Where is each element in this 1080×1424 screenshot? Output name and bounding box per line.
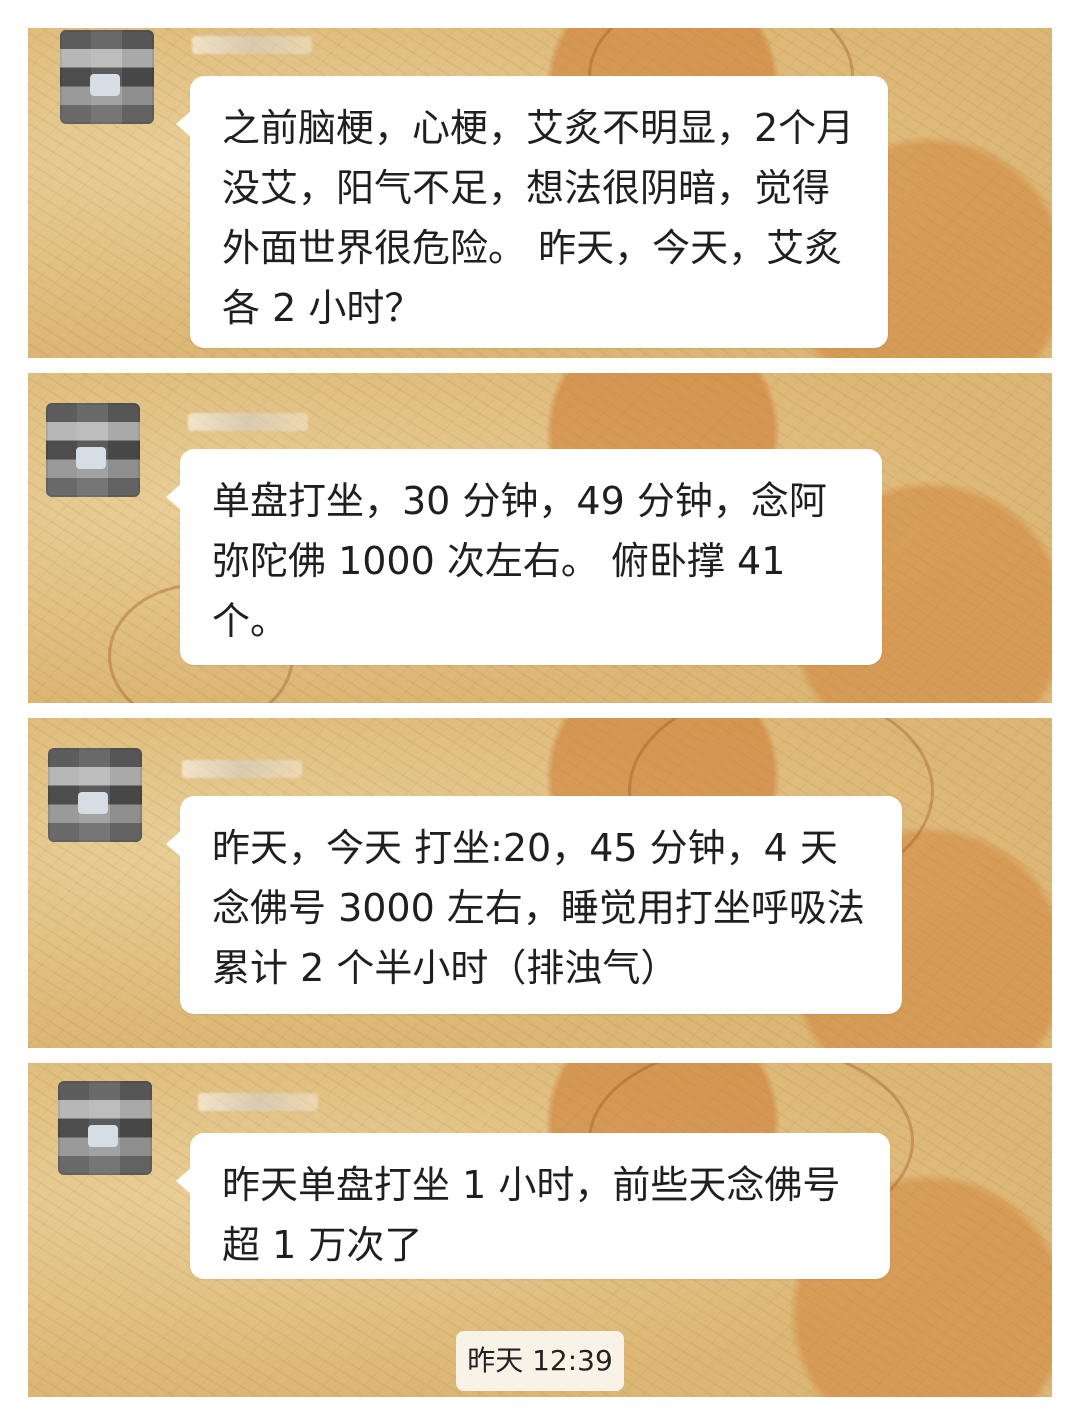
message-timestamp: 昨天 12:39 bbox=[456, 1331, 624, 1391]
avatar[interactable] bbox=[46, 403, 140, 497]
sender-name-blurred bbox=[182, 760, 302, 778]
sender-name-blurred bbox=[188, 413, 308, 431]
message-text: 单盘打坐，30 分钟，49 分钟，念阿弥陀佛 1000 次左右。 俯卧撑 41 … bbox=[212, 479, 827, 643]
message-text: 昨天单盘打坐 1 小时，前些天念佛号超 1 万次了 bbox=[222, 1163, 841, 1267]
chat-screenshot-panel-1: 之前脑梗，心梗，艾炙不明显，2个月没艾，阳气不足，想法很阴暗，觉得外面世界很危险… bbox=[28, 28, 1052, 358]
sender-name-blurred bbox=[198, 1093, 318, 1111]
chat-screenshot-panel-3: 昨天，今天 打坐:20，45 分钟，4 天念佛号 3000 左右，睡觉用打坐呼吸… bbox=[28, 718, 1052, 1048]
message-text: 昨天，今天 打坐:20，45 分钟，4 天念佛号 3000 左右，睡觉用打坐呼吸… bbox=[212, 826, 865, 990]
avatar[interactable] bbox=[58, 1081, 152, 1175]
sender-name-blurred bbox=[192, 36, 312, 54]
message-bubble[interactable]: 单盘打坐，30 分钟，49 分钟，念阿弥陀佛 1000 次左右。 俯卧撑 41 … bbox=[166, 449, 882, 665]
chat-screenshot-panel-2: 单盘打坐，30 分钟，49 分钟，念阿弥陀佛 1000 次左右。 俯卧撑 41 … bbox=[28, 373, 1052, 703]
message-bubble[interactable]: 昨天，今天 打坐:20，45 分钟，4 天念佛号 3000 左右，睡觉用打坐呼吸… bbox=[166, 796, 902, 1014]
message-text: 之前脑梗，心梗，艾炙不明显，2个月没艾，阳气不足，想法很阴暗，觉得外面世界很危险… bbox=[222, 106, 855, 330]
message-bubble[interactable]: 之前脑梗，心梗，艾炙不明显，2个月没艾，阳气不足，想法很阴暗，觉得外面世界很危险… bbox=[176, 76, 888, 348]
avatar[interactable] bbox=[60, 30, 154, 124]
message-bubble[interactable]: 昨天单盘打坐 1 小时，前些天念佛号超 1 万次了 bbox=[176, 1133, 890, 1279]
avatar[interactable] bbox=[48, 748, 142, 842]
